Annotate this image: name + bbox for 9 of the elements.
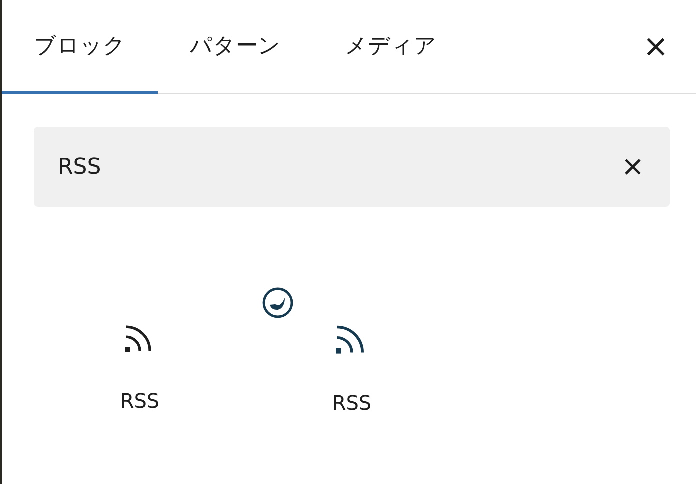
tab[interactable]: メディア — [313, 0, 469, 94]
clear-icon — [624, 158, 642, 176]
close-icon — [646, 37, 666, 57]
search-field[interactable]: RSS — [34, 127, 670, 207]
block-label: RSS — [332, 391, 372, 415]
plugin-badge-icon — [262, 287, 294, 319]
tab[interactable]: ブロック — [2, 0, 158, 94]
tab[interactable]: パターン — [158, 0, 313, 94]
block-label: RSS — [120, 389, 160, 413]
